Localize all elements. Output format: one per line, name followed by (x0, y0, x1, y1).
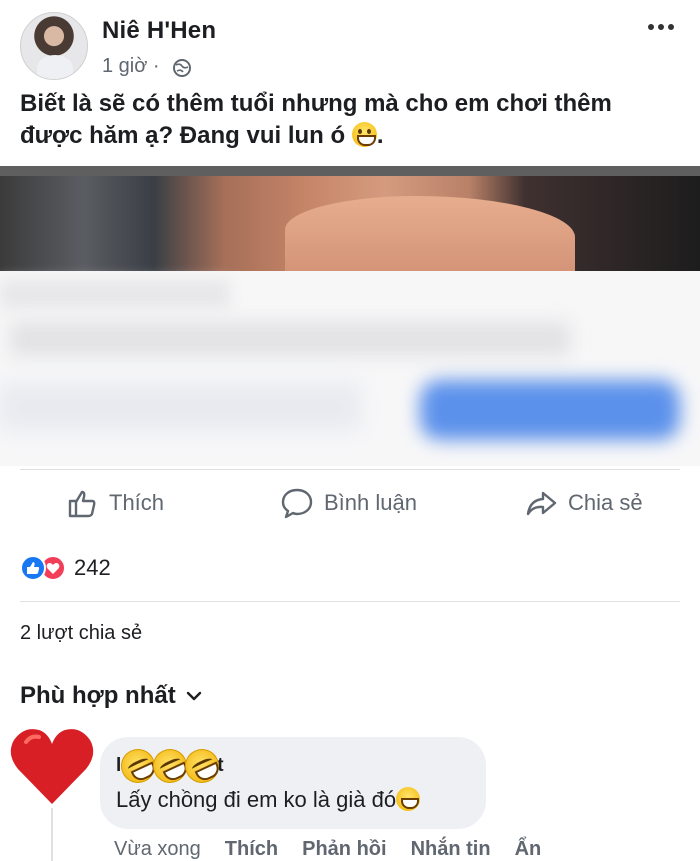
thumbs-up-icon (68, 490, 96, 518)
post-actions: Thích Bình luận Chia sẻ (0, 478, 700, 528)
like-label: Thích (109, 490, 165, 515)
commenter-name[interactable]: l t (115, 743, 225, 789)
comment-sort-dropdown[interactable]: Phù hợp nhất (20, 682, 202, 710)
comment-icon (281, 488, 313, 519)
reaction-summary[interactable]: 242 (20, 553, 111, 583)
comment-time: Vừa xong (114, 838, 201, 860)
rolling-laughing-face-icon (179, 743, 225, 789)
post-header: Niê H'Hen 1 giờ · (0, 0, 700, 84)
comment-reply-button[interactable]: Phản hồi (302, 838, 386, 861)
globe-icon (173, 59, 191, 77)
more-icon[interactable] (648, 16, 678, 38)
comment-text: Lấy chồng đi em ko là già đó (116, 787, 421, 813)
share-count[interactable]: 2 lượt chia sẻ (20, 622, 142, 645)
blurred-card-meta (0, 384, 360, 430)
comment-label: Bình luận (324, 490, 417, 515)
laughing-face-icon (396, 787, 421, 811)
share-button[interactable]: Chia sẻ (524, 478, 643, 528)
grinning-face-icon (351, 122, 377, 147)
post-text: Biết là sẽ có thêm tuổi nhưng mà cho em … (20, 88, 680, 152)
blurred-card-button[interactable] (420, 380, 680, 440)
blurred-card-title (0, 280, 230, 308)
comment-like-button[interactable]: Thích (225, 838, 278, 861)
share-icon (526, 491, 557, 516)
like-reaction-icon (20, 555, 46, 581)
comment-bubble[interactable]: l t Lấy chồng đi em ko là già đó (100, 737, 486, 829)
comment-thread-line (51, 808, 53, 861)
sort-label: Phù hợp nhất (20, 682, 176, 709)
like-button[interactable]: Thích (65, 478, 164, 528)
comment-message-button[interactable]: Nhắn tin (411, 838, 491, 861)
stats-divider (20, 601, 680, 602)
post-text-end: . (376, 122, 384, 149)
chevron-down-icon (186, 691, 201, 701)
comment-message: Lấy chồng đi em ko là già đó (116, 787, 397, 812)
author-name[interactable]: Niê H'Hen (102, 17, 216, 45)
actions-divider (20, 469, 680, 470)
blurred-card-description (10, 322, 570, 356)
post-text-main: Biết là sẽ có thêm tuổi nhưng mà cho em … (20, 90, 612, 149)
comment-hide-button[interactable]: Ẩn (515, 838, 542, 861)
post-time[interactable]: 1 giờ · (102, 55, 160, 78)
reaction-count: 242 (74, 555, 111, 580)
comment-button[interactable]: Bình luận (280, 478, 417, 528)
shared-photo[interactable] (0, 166, 700, 271)
share-label: Chia sẻ (568, 490, 643, 515)
shared-link-card[interactable] (0, 166, 700, 466)
commenter-heart-avatar[interactable] (8, 724, 96, 806)
author-avatar[interactable] (20, 12, 88, 80)
comment-actions: Vừa xong Thích Phản hồi Nhắn tin Ẩn (114, 838, 565, 861)
